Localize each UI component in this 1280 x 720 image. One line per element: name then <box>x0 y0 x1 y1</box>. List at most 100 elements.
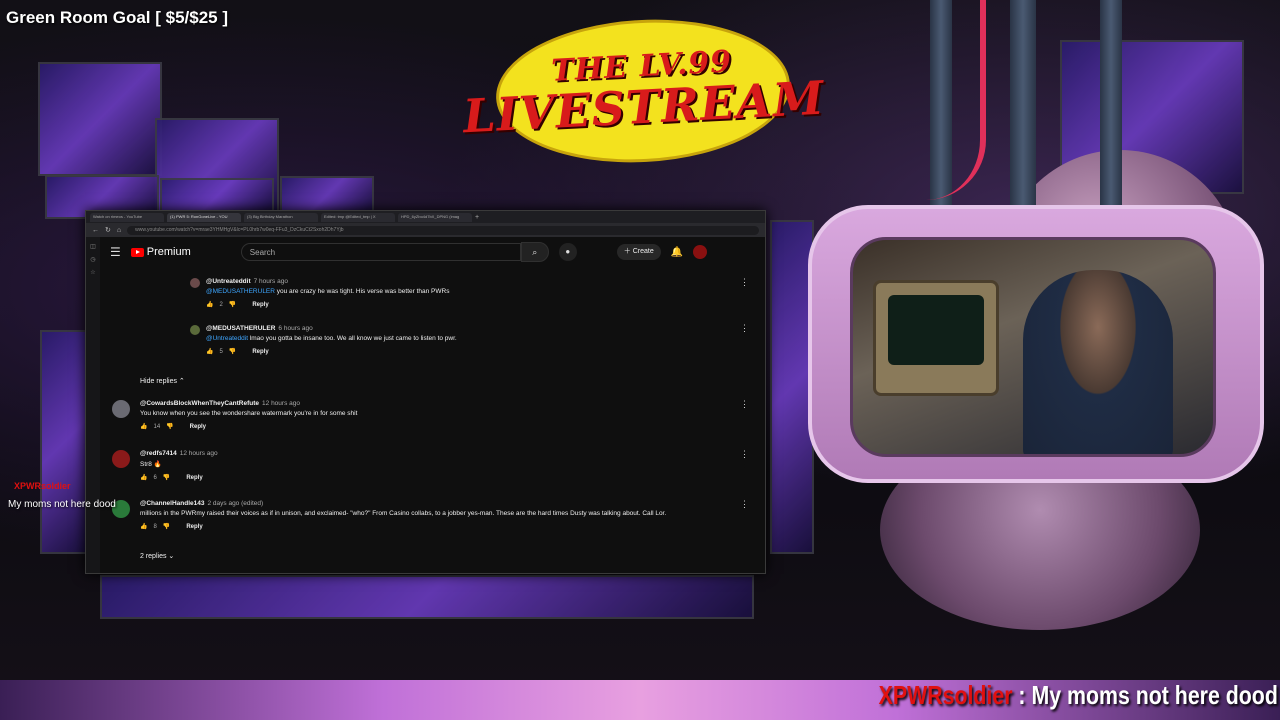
more-actions-icon[interactable]: ⋮ <box>740 399 749 410</box>
comment: @ChannelHandle143 2 days ago (edited) mil… <box>112 500 742 530</box>
comment-time[interactable]: 6 hours ago <box>278 325 312 332</box>
search-icon[interactable]: ⌕ <box>520 242 549 262</box>
wall-panel <box>160 178 274 214</box>
dislike-icon[interactable]: 👎 <box>229 348 236 355</box>
sidebar-icon[interactable]: ☆ <box>86 269 100 276</box>
tab-bar: Watch on rimeos - YouTube (1) PWR 5: Ron… <box>86 211 765 223</box>
home-icon[interactable]: ⌂ <box>117 227 121 234</box>
more-actions-icon[interactable]: ⋮ <box>740 323 749 334</box>
like-icon[interactable]: 👍 <box>140 474 147 481</box>
refresh-icon[interactable]: ↻ <box>105 226 111 234</box>
comment-time[interactable]: 7 hours ago <box>254 278 288 285</box>
comment: @redfs7414 12 hours ago Str8 🔥 👍 6 👎 Reply <box>112 450 732 481</box>
dislike-icon[interactable]: 👎 <box>163 474 170 481</box>
more-actions-icon[interactable]: ⋮ <box>740 449 749 460</box>
browser-tab[interactable]: Edited: tmp @Edited_tmp | X <box>321 212 395 222</box>
reply-button[interactable]: Reply <box>190 424 206 430</box>
comment-time[interactable]: 2 days ago (edited) <box>208 500 264 507</box>
cable <box>1010 0 1036 205</box>
comment-text: millions in the PWRmy raised their voice… <box>140 510 667 517</box>
create-button[interactable]: ＋ Create <box>616 244 661 260</box>
comment-author[interactable]: @Untreateddit <box>206 278 251 285</box>
account-avatar[interactable] <box>693 245 708 259</box>
comment: @CowardsBlockWhenTheyCantRefute 12 hours … <box>112 400 732 430</box>
comment-time[interactable]: 12 hours ago <box>180 450 218 457</box>
like-icon[interactable]: 👍 <box>140 423 147 430</box>
like-count: 6 <box>153 474 157 481</box>
dislike-icon[interactable]: 👎 <box>229 301 236 308</box>
webcam-frame <box>808 205 1264 483</box>
like-count: 8 <box>153 523 157 530</box>
commenter-avatar[interactable] <box>112 450 130 468</box>
commenter-avatar[interactable] <box>112 400 130 418</box>
comment-author[interactable]: @CowardsBlockWhenTheyCantRefute <box>140 400 259 407</box>
dislike-icon[interactable]: 👎 <box>166 423 173 430</box>
commenter-avatar[interactable] <box>190 325 200 335</box>
wall-panel <box>40 330 89 554</box>
bottom-chat-line: XPWRsoldier : My moms not here dood <box>879 680 1278 711</box>
comment-mention[interactable]: @Untreateddit <box>206 335 248 342</box>
hamburger-menu-icon[interactable]: ☰ <box>110 245 121 259</box>
bottom-chat-message: My moms not here dood <box>1031 680 1278 710</box>
comment-text: You know when you see the wondershare wa… <box>140 410 358 417</box>
youtube-header: ☰ Premium Search ⌕ ● ＋ Create 🔔 <box>100 237 765 267</box>
reply-button[interactable]: Reply <box>186 524 202 530</box>
bottom-chat-username: XPWRsoldier <box>878 680 1013 710</box>
chevron-down-icon: ⌄ <box>168 553 175 560</box>
browser-window[interactable]: Watch on rimeos - YouTube (1) PWR 5: Ron… <box>85 210 766 574</box>
youtube-page: ☰ Premium Search ⌕ ● ＋ Create 🔔 @Untreat… <box>100 237 765 573</box>
more-actions-icon[interactable]: ⋮ <box>740 499 749 510</box>
retro-computer <box>873 280 999 396</box>
comment-reply: @Untreateddit 7 hours ago @MEDUSATHERULER… <box>190 278 750 308</box>
browser-sidebar: ◫ ◷ ☆ <box>86 237 100 573</box>
wall-panel <box>100 575 754 619</box>
view-replies-label: 2 replies <box>140 553 167 560</box>
bottom-chat-separator: : <box>1018 680 1026 710</box>
hide-replies-label: Hide replies <box>140 378 177 385</box>
dislike-icon[interactable]: 👎 <box>163 523 170 530</box>
reply-button[interactable]: Reply <box>252 302 268 308</box>
like-count: 14 <box>153 423 161 430</box>
commenter-avatar[interactable] <box>190 278 200 288</box>
search-input[interactable]: Search <box>240 243 521 261</box>
wall-panel <box>38 62 162 176</box>
chat-message: My moms not here dood <box>8 499 116 510</box>
wall-panel <box>280 176 374 214</box>
browser-tab-active[interactable]: (1) PWR 5: RonGoneLive - YOU <box>167 212 241 222</box>
goal-counter: Green Room Goal [ $5/$25 ] <box>6 8 229 27</box>
view-replies-button[interactable]: 2 replies ⌄ <box>140 552 174 560</box>
url-field[interactable]: www.youtube.com/watch?v=mrae3YHMHgV&lc=P… <box>127 225 759 235</box>
comment-text: you are crazy he was tight. His verse wa… <box>274 288 450 295</box>
comment-mention[interactable]: @MEDUSATHERULER <box>206 288 275 295</box>
sidebar-icon[interactable]: ◷ <box>86 256 100 263</box>
like-count: 5 <box>219 348 223 355</box>
hide-replies-button[interactable]: Hide replies ⌃ <box>140 377 185 385</box>
browser-tab[interactable]: (3) Big Birthday Marathon <box>244 212 318 222</box>
browser-tab[interactable]: Watch on rimeos - YouTube <box>90 212 164 222</box>
youtube-play-icon <box>130 247 144 257</box>
address-bar-row: ← ↻ ⌂ www.youtube.com/watch?v=mrae3YHMHg… <box>86 223 765 237</box>
reply-button[interactable]: Reply <box>252 349 268 355</box>
webcam-feed <box>850 237 1216 457</box>
like-count: 2 <box>219 301 223 308</box>
chat-username: XPWRsoldier <box>14 481 71 491</box>
youtube-logo[interactable]: Premium <box>130 246 191 258</box>
more-actions-icon[interactable]: ⋮ <box>740 277 749 288</box>
comment-author[interactable]: @ChannelHandle143 <box>140 500 205 507</box>
chevron-up-icon: ⌃ <box>178 378 185 385</box>
new-tab-icon[interactable]: + <box>475 214 479 221</box>
comment-time[interactable]: 12 hours ago <box>262 400 300 407</box>
notification-bell-icon[interactable]: 🔔 <box>671 247 683 258</box>
like-icon[interactable]: 👍 <box>206 348 213 355</box>
comment-author[interactable]: @redfs7414 <box>140 450 177 457</box>
like-icon[interactable]: 👍 <box>140 523 147 530</box>
cable <box>1100 0 1122 205</box>
like-icon[interactable]: 👍 <box>206 301 213 308</box>
back-icon[interactable]: ← <box>92 227 99 234</box>
comment-author[interactable]: @MEDUSATHERULER <box>206 325 275 332</box>
browser-tab[interactable]: HPD_6yZbo4d7bX_DPNG (imag <box>398 212 472 222</box>
sidebar-icon[interactable]: ◫ <box>86 243 100 250</box>
mic-icon[interactable]: ● <box>558 243 577 261</box>
reply-button[interactable]: Reply <box>186 475 202 481</box>
create-label: Create <box>632 248 654 255</box>
